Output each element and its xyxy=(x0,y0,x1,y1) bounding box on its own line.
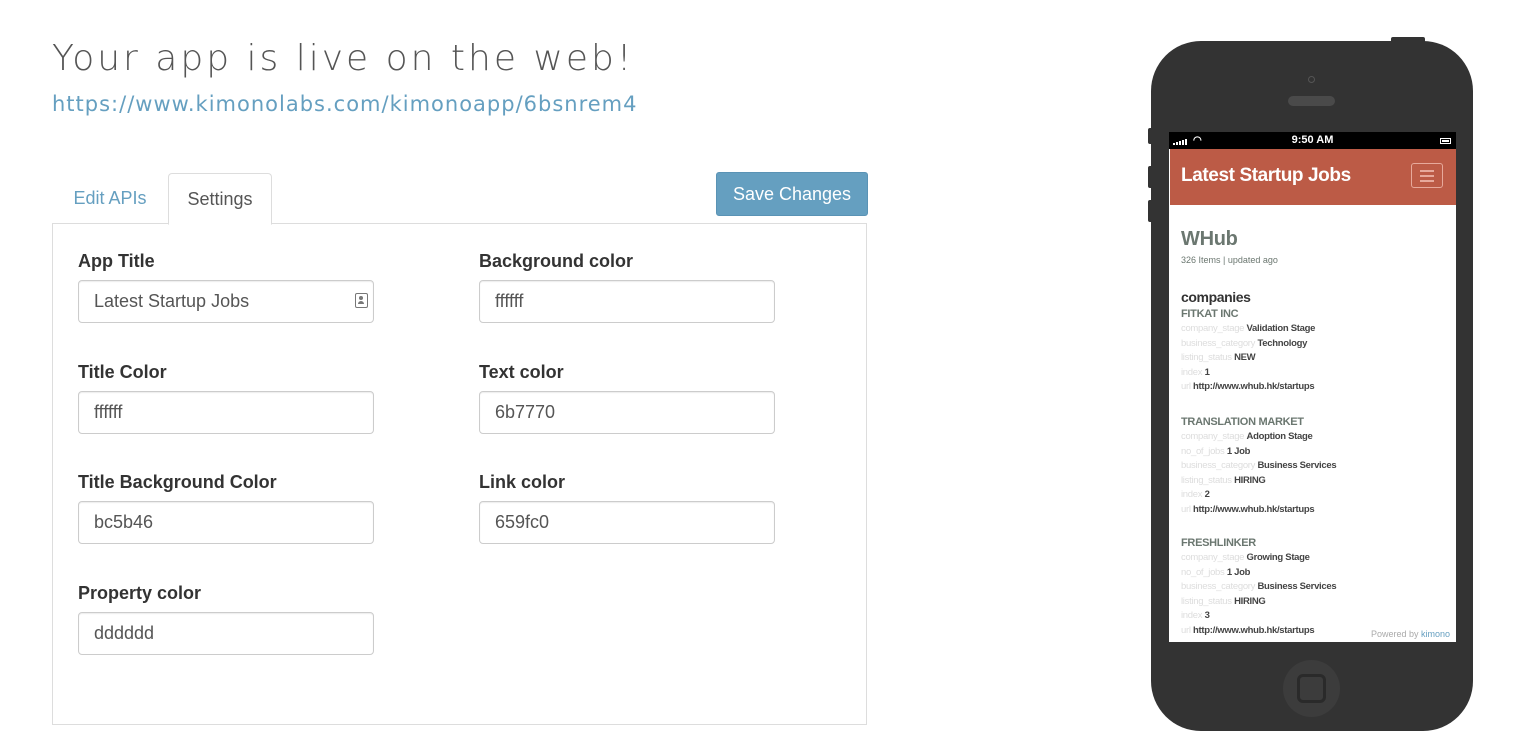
property-value: Validation Stage xyxy=(1246,323,1316,334)
company-name: FRESHLINKER xyxy=(1181,537,1256,549)
company-item: FRESHLINKER company_stage Growing Stage … xyxy=(1181,536,1451,638)
property-row: listing_status NEW xyxy=(1181,351,1451,366)
company-name: FITKAT INC xyxy=(1181,308,1239,320)
property-row: company_stage Growing Stage xyxy=(1181,551,1451,566)
property-key: listing_status xyxy=(1181,474,1232,486)
property-row: index 1 xyxy=(1181,366,1451,381)
property-value: 1 Job xyxy=(1226,566,1251,578)
property-value: Growing Stage xyxy=(1246,552,1310,563)
preview-app-header: Latest Startup Jobs xyxy=(1170,149,1456,205)
text-color-input[interactable] xyxy=(479,391,775,434)
title-background-color-input[interactable] xyxy=(78,501,374,544)
status-time: 9:50 AM xyxy=(1291,134,1334,146)
contact-card-icon[interactable] xyxy=(355,293,368,308)
app-url-link[interactable]: https://www.kimonolabs.com/kimonoapp/6bs… xyxy=(52,92,638,116)
property-key: url xyxy=(1181,381,1191,392)
property-value: Technology xyxy=(1257,337,1308,349)
property-key: company_stage xyxy=(1181,431,1245,442)
save-changes-button[interactable]: Save Changes xyxy=(716,172,868,216)
page-heading: Your app is live on the web! xyxy=(52,38,635,79)
company-item: FITKAT INC company_stage Validation Stag… xyxy=(1181,307,1451,395)
property-value: 2 xyxy=(1204,489,1210,500)
hamburger-menu-icon[interactable] xyxy=(1411,163,1443,188)
property-key: business_category xyxy=(1181,581,1256,592)
app-title-label: App Title xyxy=(78,251,155,271)
property-key: index xyxy=(1181,489,1203,500)
property-color-label: Property color xyxy=(78,583,202,603)
property-value[interactable]: http://www.whub.hk/startups xyxy=(1193,625,1315,636)
status-bar: ◠ 9:50 AM xyxy=(1169,132,1456,149)
property-value: 1 xyxy=(1204,366,1210,378)
property-row: url http://www.whub.hk/startups xyxy=(1181,503,1451,518)
home-button-square-icon xyxy=(1297,674,1326,703)
property-row: company_stage Adoption Stage xyxy=(1181,430,1451,445)
property-key: url xyxy=(1181,624,1191,636)
property-row: listing_status HIRING xyxy=(1181,474,1451,489)
property-value[interactable]: http://www.whub.hk/startups xyxy=(1193,381,1315,392)
property-value[interactable]: http://www.whub.hk/startups xyxy=(1193,504,1315,515)
phone-camera xyxy=(1308,76,1315,83)
tab-edit-apis[interactable]: Edit APIs xyxy=(52,173,168,224)
title-background-color-label: Title Background Color xyxy=(78,472,277,492)
property-row: no_of_jobs 1 Job xyxy=(1181,566,1451,581)
property-key: company_stage xyxy=(1181,323,1245,334)
property-row: url http://www.whub.hk/startups xyxy=(1181,380,1451,395)
property-key: no_of_jobs xyxy=(1181,445,1225,457)
property-color-input[interactable] xyxy=(78,612,374,655)
preview-collection-name: companies xyxy=(1181,289,1251,305)
property-row: business_category Technology xyxy=(1181,337,1451,352)
property-key: company_stage xyxy=(1181,552,1245,563)
property-key: index xyxy=(1181,610,1203,621)
property-row: company_stage Validation Stage xyxy=(1181,322,1451,337)
property-key: listing_status xyxy=(1181,352,1232,363)
property-value: Adoption Stage xyxy=(1246,431,1313,442)
property-key: url xyxy=(1181,503,1191,515)
property-row: no_of_jobs 1 Job xyxy=(1181,445,1451,460)
app-title-input[interactable] xyxy=(78,280,374,323)
property-value: Business Services xyxy=(1257,581,1337,592)
property-value: 3 xyxy=(1204,610,1210,621)
property-key: business_category xyxy=(1181,460,1256,471)
property-value: 1 Job xyxy=(1226,445,1251,457)
property-key: index xyxy=(1181,366,1203,378)
powered-by-badge: Powered by kimono xyxy=(1368,629,1452,639)
property-row: business_category Business Services xyxy=(1181,459,1451,474)
title-color-label: Title Color xyxy=(78,362,167,382)
property-key: business_category xyxy=(1181,337,1256,349)
property-row: business_category Business Services xyxy=(1181,580,1451,595)
property-value: HIRING xyxy=(1234,474,1266,486)
company-item: TRANSLATION MARKET company_stage Adoptio… xyxy=(1181,415,1451,517)
text-color-label: Text color xyxy=(479,362,564,382)
background-color-input[interactable] xyxy=(479,280,775,323)
preview-app-title: Latest Startup Jobs xyxy=(1181,165,1351,186)
background-color-label: Background color xyxy=(479,251,634,271)
battery-icon xyxy=(1440,138,1451,144)
property-key: no_of_jobs xyxy=(1181,566,1225,578)
property-row: index 3 xyxy=(1181,609,1451,624)
link-color-input[interactable] xyxy=(479,501,775,544)
phone-speaker xyxy=(1288,96,1335,106)
preview-api-meta: 326 Items | updated ago xyxy=(1181,255,1278,265)
property-value: HIRING xyxy=(1234,595,1266,607)
company-name: TRANSLATION MARKET xyxy=(1181,416,1304,428)
link-color-label: Link color xyxy=(479,472,566,492)
property-row: listing_status HIRING xyxy=(1181,595,1451,610)
property-row: index 2 xyxy=(1181,488,1451,503)
property-key: listing_status xyxy=(1181,595,1232,607)
tab-settings[interactable]: Settings xyxy=(168,173,272,225)
settings-panel: App Title Background color Title Color T… xyxy=(52,223,867,725)
powered-by-label: Powered by xyxy=(1370,629,1419,639)
preview-api-title: WHub xyxy=(1181,228,1238,250)
powered-by-link[interactable]: kimono xyxy=(1421,629,1450,639)
phone-screen-preview: ◠ 9:50 AM Latest Startup Jobs WHub 326 I… xyxy=(1169,132,1456,642)
title-color-input[interactable] xyxy=(78,391,374,434)
property-value: Business Services xyxy=(1257,460,1337,471)
property-value: NEW xyxy=(1234,352,1256,363)
